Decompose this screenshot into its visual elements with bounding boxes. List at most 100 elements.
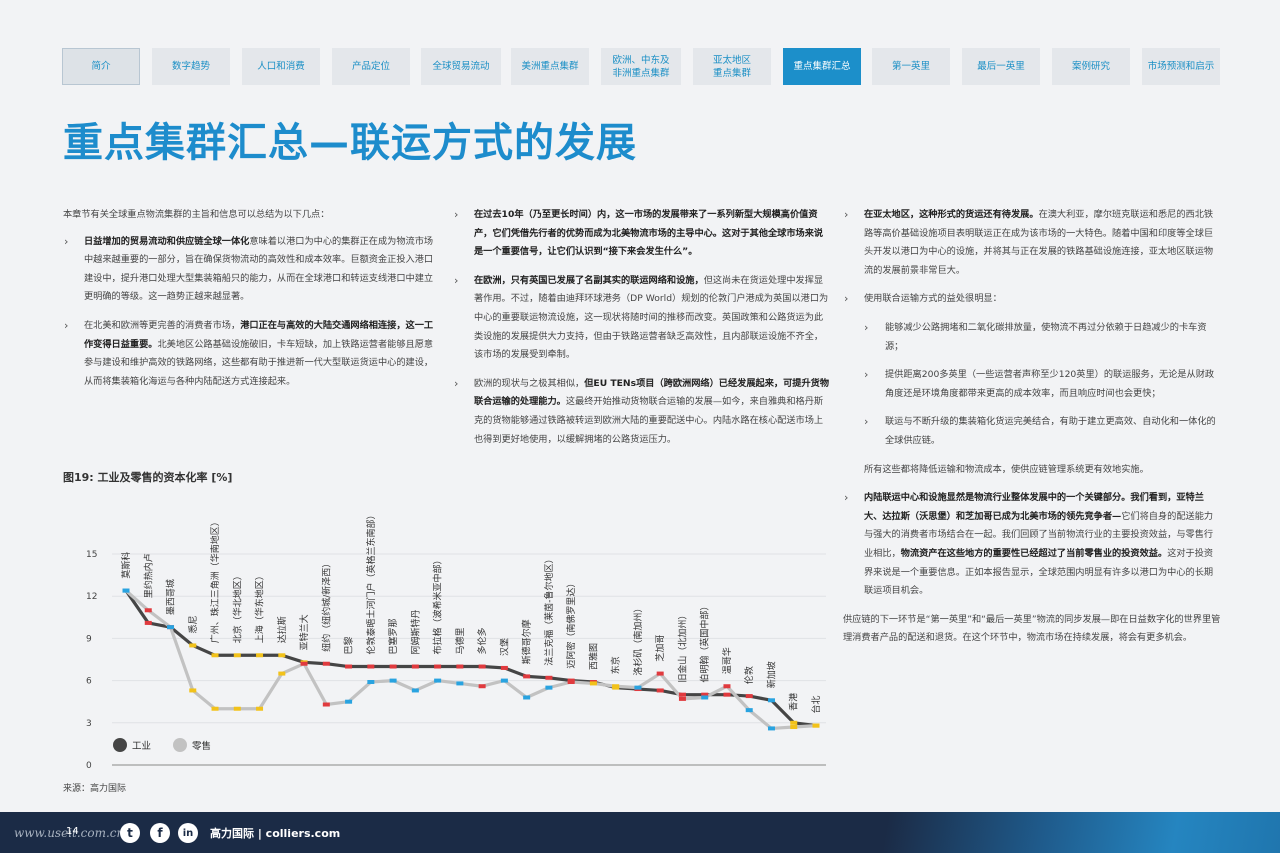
nav-tab-3[interactable]: 产品定位 xyxy=(332,48,410,85)
data-point xyxy=(233,653,241,658)
data-point xyxy=(678,696,686,701)
category-label: 芝加哥 xyxy=(654,635,666,662)
y-tick-label: 6 xyxy=(86,677,92,687)
category-label: 香港 xyxy=(788,693,800,711)
sub-bullet-1: 能够减少公路拥堵和二氧化碳排放量，使物流不再过分依赖于日趋减少的卡车资源； xyxy=(843,319,1221,356)
bullet-5: 欧洲的现状与之极其相似，但EU TENs项目（跨欧洲网络）已经发展起来，可提升货… xyxy=(453,375,829,449)
series-line-零售 xyxy=(124,589,817,731)
data-point xyxy=(367,664,375,669)
category-label: 阿姆斯特丹 xyxy=(409,610,421,655)
data-point xyxy=(389,678,397,683)
data-point xyxy=(567,680,575,685)
category-label: 里约热内卢 xyxy=(142,553,154,598)
data-point xyxy=(434,678,442,683)
nav-tab-8[interactable]: 重点集群汇总 xyxy=(783,48,861,85)
category-label: 伦敦 xyxy=(743,666,755,684)
category-label: 新加坡 xyxy=(765,661,777,688)
facebook-icon[interactable]: f xyxy=(150,823,170,843)
data-point xyxy=(790,720,798,725)
nav-tab-2[interactable]: 人口和消费 xyxy=(242,48,320,85)
nav-tab-0[interactable]: 简介 xyxy=(62,48,140,85)
data-point xyxy=(322,702,330,707)
data-point xyxy=(322,661,330,666)
data-point xyxy=(790,725,798,730)
category-label: 马德里 xyxy=(454,628,466,655)
y-tick-label: 9 xyxy=(86,634,92,644)
data-point xyxy=(612,684,620,689)
data-point xyxy=(189,643,197,648)
nav-tab-7[interactable]: 亚太地区 重点集群 xyxy=(693,48,771,85)
category-label: 多伦多 xyxy=(476,628,488,655)
data-point xyxy=(144,608,152,613)
category-label: 达拉斯 xyxy=(276,616,288,643)
category-label: 伯明翰（英国中部） xyxy=(699,602,711,683)
figure-title: 图19: 工业及零售的资本化率 [%] xyxy=(63,471,233,484)
data-point xyxy=(589,681,597,686)
legend-swatch xyxy=(173,738,187,752)
data-point xyxy=(167,625,175,630)
top-nav: 简介 数字趋势 人口和消费 产品定位 全球贸易流动 美洲重点集群 欧洲、中东及 非洲重点集群… xyxy=(62,48,1222,86)
data-point xyxy=(523,674,531,679)
data-point xyxy=(500,678,508,683)
data-point xyxy=(233,706,241,711)
data-point xyxy=(256,706,264,711)
data-point xyxy=(411,664,419,669)
bullet-8: 内陆联运中心和设施显然是物流行业整体发展中的一个关键部分。我们看到，亚特兰大、达… xyxy=(843,489,1221,601)
data-point xyxy=(656,688,664,693)
category-label: 汉堡 xyxy=(498,638,510,656)
series-line-工业 xyxy=(124,589,817,728)
category-label: 巴黎 xyxy=(343,637,355,655)
brand-link[interactable]: 高力国际 | colliers.com xyxy=(210,825,340,841)
bullet-6: 在亚太地区，这种形式的货运还有待发展。在澳大利亚，摩尔班克联运和悉尼的西北铁路等… xyxy=(843,206,1221,280)
category-label: 布拉格（波希米亚中部） xyxy=(432,556,444,655)
category-label: 洛杉矶（南加州） xyxy=(632,604,644,676)
page-number: 14 xyxy=(66,826,79,837)
data-point xyxy=(767,698,775,703)
legend-label: 工业 xyxy=(132,741,151,752)
nav-tab-1[interactable]: 数字趋势 xyxy=(152,48,230,85)
category-label: 亚特兰大 xyxy=(298,614,310,650)
y-tick-label: 15 xyxy=(86,550,97,560)
bullet-7: 使用联合运输方式的益处很明显： xyxy=(843,290,1221,309)
data-point xyxy=(723,684,731,689)
y-tick-label: 12 xyxy=(86,592,97,602)
nav-tab-5[interactable]: 美洲重点集群 xyxy=(511,48,589,85)
y-tick-label: 0 xyxy=(86,761,92,771)
data-point xyxy=(367,680,375,685)
nav-tab-12[interactable]: 市场预测和启示 xyxy=(1142,48,1220,85)
nav-tab-10[interactable]: 最后一英里 xyxy=(962,48,1040,85)
data-point xyxy=(745,708,753,713)
y-tick-label: 3 xyxy=(86,719,92,729)
twitter-icon[interactable]: t xyxy=(120,823,140,843)
summary-text: 所有这些都将降低运输和物流成本，使供应链管理系统更有效地实施。 xyxy=(864,463,1149,475)
category-label: 台北 xyxy=(810,696,822,714)
sub-bullet-2: 提供距离200多英里（一些运营者声称至少120英里）的联运服务，无论是从财政角度… xyxy=(843,366,1221,403)
linkedin-icon[interactable]: in xyxy=(178,823,198,843)
footer-decoration xyxy=(810,812,1280,853)
data-point xyxy=(678,692,686,697)
data-point xyxy=(144,620,152,625)
data-point xyxy=(701,695,709,700)
data-point xyxy=(545,675,553,680)
legend-label: 零售 xyxy=(192,740,211,752)
data-point xyxy=(211,653,219,658)
category-label: 墨西哥城 xyxy=(166,579,177,615)
data-point xyxy=(523,695,531,700)
nav-tab-4[interactable]: 全球贸易流动 xyxy=(421,48,501,85)
footer: www.useit.com.cn 14 t f in 高力国际 | collie… xyxy=(0,812,1280,853)
category-label: 东京 xyxy=(610,656,622,674)
data-point xyxy=(389,664,397,669)
data-point xyxy=(656,671,664,676)
text-column-2: 在过去10年（乃至更长时间）内，这一市场的发展带来了一系列新型大规模高价值资产，… xyxy=(453,206,829,459)
data-point xyxy=(345,664,353,669)
nav-tab-9[interactable]: 第一英里 xyxy=(872,48,950,85)
nav-tab-11[interactable]: 案例研究 xyxy=(1052,48,1130,85)
data-point xyxy=(456,664,464,669)
data-point xyxy=(745,694,753,699)
nav-tab-6[interactable]: 欧洲、中东及 非洲重点集群 xyxy=(601,48,681,85)
data-point xyxy=(456,681,464,686)
data-point xyxy=(189,688,197,693)
category-label: 迈阿密（南佛罗里达） xyxy=(565,579,577,669)
text-column-1: 本章节有关全球重点物流集群的主旨和信息可以总结为以下几点： 日益增加的贸易流动和… xyxy=(63,206,441,401)
intro-text: 本章节有关全球重点物流集群的主旨和信息可以总结为以下几点： xyxy=(63,209,330,220)
